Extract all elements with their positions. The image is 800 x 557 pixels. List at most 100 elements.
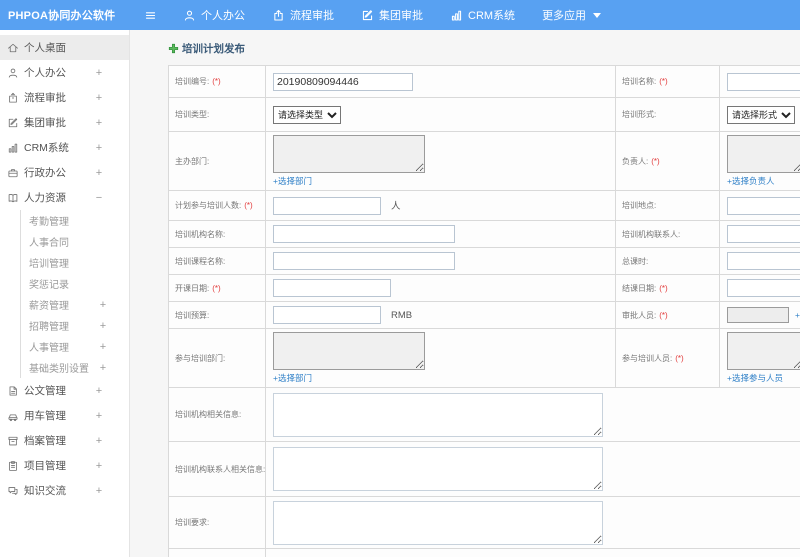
sidebar-item-personal-desktop[interactable]: 个人桌面 <box>0 35 129 60</box>
sidebar: 个人桌面 个人办公 + 流程审批 + 集团审批 + CRM系统 + 行政办公 + <box>0 30 130 557</box>
training-location-input[interactable] <box>727 196 800 215</box>
field-label: 培训地点: <box>622 201 657 210</box>
org-name-input[interactable] <box>273 225 455 243</box>
field-label: 培训要求: <box>175 518 210 527</box>
field-label: 开课日期: <box>175 283 210 293</box>
nav-personal-office[interactable]: 个人办公 <box>183 7 245 23</box>
expand-indicator: + <box>95 484 103 497</box>
org-contact-info-textarea[interactable] <box>273 447 603 491</box>
field-label: 培训类型: <box>175 110 210 119</box>
hamburger-menu-icon[interactable] <box>144 9 157 22</box>
nav-group-approval[interactable]: 集团审批 <box>361 7 423 23</box>
field-label: 培训机构相关信息: <box>175 410 242 419</box>
org-contact-input[interactable] <box>727 225 800 243</box>
expand-indicator: + <box>99 340 107 353</box>
sidebar-item-training-mgmt[interactable]: 培训管理 <box>21 252 129 273</box>
approver-input[interactable] <box>727 307 789 323</box>
nav-label: 集团审批 <box>379 10 423 22</box>
field-label: 主办部门: <box>175 156 210 166</box>
expand-indicator: + <box>95 66 103 79</box>
field-label: 培训名称: <box>622 77 657 86</box>
sidebar-item-knowledge-exchange[interactable]: 知识交流 + <box>0 478 129 503</box>
select-dept-link[interactable]: +选择部门 <box>273 372 312 384</box>
sidebar-item-attendance-mgmt[interactable]: 考勤管理 <box>21 210 129 231</box>
join-people-textarea[interactable] <box>727 332 800 370</box>
nav-label: 更多应用 <box>542 10 587 22</box>
expand-indicator: + <box>95 141 103 154</box>
briefcase-icon <box>7 167 19 179</box>
nav-label: 个人办公 <box>201 10 245 22</box>
expand-indicator: − <box>95 191 103 204</box>
add-icon <box>168 43 179 54</box>
training-mode-select[interactable]: 请选择形式 <box>727 105 795 124</box>
field-label: 培训形式: <box>622 110 657 119</box>
unit-label: 人 <box>391 200 401 212</box>
unit-label: RMB <box>391 310 413 321</box>
top-nav: 个人办公 流程审批 集团审批 CRM系统 更多应用 <box>183 7 602 23</box>
select-approver-link[interactable]: +选择审批人员 <box>795 309 800 321</box>
person-icon <box>7 67 19 79</box>
sidebar-item-archive-mgmt[interactable]: 档案管理 + <box>0 428 129 453</box>
training-type-select[interactable]: 请选择类型 <box>273 105 341 124</box>
chart-icon <box>7 142 19 154</box>
sidebar-item-base-category-settings[interactable]: 基础类别设置 + <box>21 357 129 378</box>
nav-workflow-approval[interactable]: 流程审批 <box>272 7 334 23</box>
sidebar-item-reward-punishment[interactable]: 奖惩记录 <box>21 273 129 294</box>
budget-input[interactable] <box>273 306 381 324</box>
select-dept-link[interactable]: +选择部门 <box>273 175 312 187</box>
sidebar-item-workflow-approval[interactable]: 流程审批 + <box>0 85 129 110</box>
required-marker: (*) <box>244 201 253 210</box>
page-title: 培训计划发布 <box>168 41 800 56</box>
sidebar-item-recruitment-mgmt[interactable]: 招聘管理 + <box>21 315 129 336</box>
nav-label: CRM系统 <box>468 10 516 22</box>
leader-textarea[interactable] <box>727 135 800 173</box>
course-name-input[interactable] <box>273 252 455 270</box>
total-hours-input[interactable] <box>727 252 800 270</box>
sidebar-item-human-resources[interactable]: 人力资源 − <box>0 185 129 210</box>
training-no-input[interactable] <box>273 72 413 91</box>
field-label: 培训机构联系人: <box>622 229 681 239</box>
sidebar-item-personal-office[interactable]: 个人办公 + <box>0 60 129 85</box>
sidebar-item-admin-office[interactable]: 行政办公 + <box>0 160 129 185</box>
nav-crm-system[interactable]: CRM系统 <box>450 7 515 23</box>
sidebar-item-personnel-mgmt[interactable]: 人事管理 + <box>21 336 129 357</box>
hr-submenu: 考勤管理 人事合同 培训管理 奖惩记录 薪资管理 + 招聘管理 + 人事管理 +… <box>20 210 129 378</box>
training-requirement-textarea[interactable] <box>273 500 603 545</box>
end-date-input[interactable] <box>727 279 800 297</box>
app-logo: PHPOA协同办公软件 <box>8 10 116 22</box>
sidebar-item-group-approval[interactable]: 集团审批 + <box>0 110 129 135</box>
sidebar-item-project-mgmt[interactable]: 项目管理 + <box>0 453 129 478</box>
select-leader-link[interactable]: +选择负责人 <box>727 175 774 187</box>
field-label: 参与培训部门: <box>175 353 226 363</box>
required-marker: (*) <box>675 353 684 363</box>
document-icon <box>7 385 19 397</box>
required-marker: (*) <box>651 156 660 166</box>
training-name-input[interactable] <box>727 72 800 91</box>
sidebar-item-crm-system[interactable]: CRM系统 + <box>0 135 129 160</box>
main-content: 培训计划发布 培训编号:(*) 培训名称:(*) 培训类型: 请选择类型 培训形… <box>130 30 800 557</box>
participant-count-input[interactable] <box>273 196 381 215</box>
host-dept-textarea[interactable] <box>273 135 425 173</box>
org-info-textarea[interactable] <box>273 392 603 437</box>
expand-indicator: + <box>95 116 103 129</box>
sidebar-item-vehicle-mgmt[interactable]: 用车管理 + <box>0 403 129 428</box>
sidebar-item-salary-mgmt[interactable]: 薪资管理 + <box>21 294 129 315</box>
join-dept-textarea[interactable] <box>273 332 425 370</box>
share-icon <box>7 92 19 104</box>
chat-icon <box>7 485 19 497</box>
sidebar-item-hr-contract[interactable]: 人事合同 <box>21 231 129 252</box>
expand-indicator: + <box>95 434 103 447</box>
expand-indicator: + <box>95 384 103 397</box>
home-icon <box>7 42 19 54</box>
car-icon <box>7 410 19 422</box>
expand-indicator: + <box>95 409 103 422</box>
field-label: 培训预算: <box>175 310 210 320</box>
edit-icon <box>7 117 19 129</box>
select-participants-link[interactable]: +选择参与人员 <box>727 372 783 384</box>
sidebar-item-document-mgmt[interactable]: 公文管理 + <box>0 378 129 403</box>
start-date-input[interactable] <box>273 279 391 297</box>
nav-more-apps[interactable]: 更多应用 <box>542 7 602 23</box>
person-icon <box>183 9 196 22</box>
topbar: PHPOA协同办公软件 个人办公 流程审批 集团审批 CRM系统 更多应用 <box>0 0 800 30</box>
training-plan-form: 培训编号:(*) 培训名称:(*) 培训类型: 请选择类型 培训形式: 请选择形… <box>168 65 800 557</box>
